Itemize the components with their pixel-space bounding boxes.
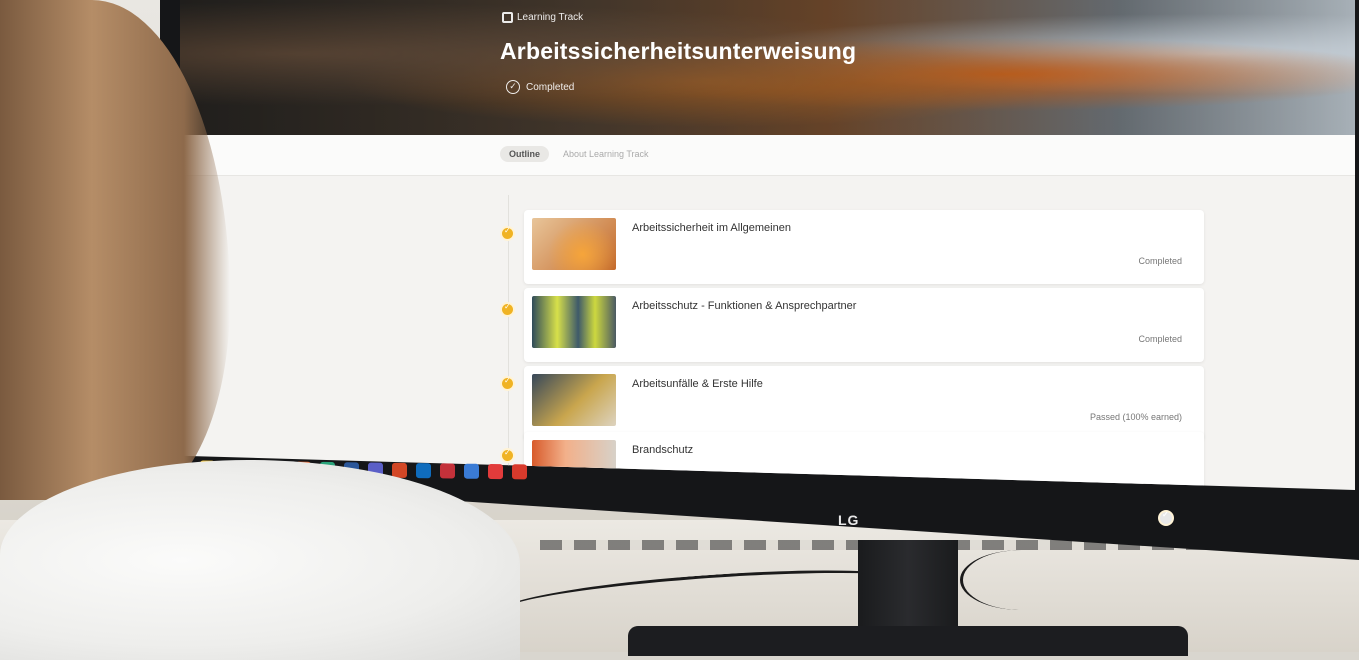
monitor-brand-logo: LG <box>838 510 1172 528</box>
module-title: Arbeitssicherheit im Allgemeinen <box>632 222 791 234</box>
acrobat-icon[interactable] <box>512 463 527 479</box>
pdf-icon[interactable] <box>488 463 503 479</box>
brand-text: LG <box>838 512 860 528</box>
tab-about-learning-track[interactable]: About Learning Track <box>554 146 658 162</box>
module-thumbnail <box>532 374 616 426</box>
module-title: Brandschutz <box>632 444 694 456</box>
completion-status: ✓ Completed <box>506 80 574 94</box>
hero-banner: Learning Track Arbeitssicherheitsunterwe… <box>180 0 1355 135</box>
learning-track-label: Learning Track <box>502 12 583 23</box>
tab-outline[interactable]: Outline <box>500 146 549 162</box>
outlook-icon[interactable] <box>416 462 431 478</box>
module-thumbnail <box>532 296 616 348</box>
module-status: Completed <box>1138 256 1182 266</box>
page-title: Arbeitssicherheitsunterweisung <box>500 38 857 64</box>
excel-icon[interactable] <box>440 462 455 479</box>
cable <box>960 550 1083 610</box>
monitor-stand <box>858 540 958 640</box>
module-card[interactable]: Arbeitsunfälle & Erste Hilfe Passed (100… <box>524 366 1204 440</box>
module-status: Passed (100% earned) <box>1089 412 1182 422</box>
module-thumbnail <box>532 218 616 270</box>
completed-dot-icon <box>502 302 513 315</box>
module-card[interactable]: Arbeitssicherheit im Allgemeinen Complet… <box>524 210 1204 284</box>
completed-dot-icon <box>502 226 513 239</box>
completed-dot-icon <box>502 376 513 389</box>
calendar-icon[interactable] <box>464 463 479 479</box>
module-title: Arbeitsschutz - Funktionen & Ansprechpar… <box>632 300 857 312</box>
module-title: Arbeitsunfälle & Erste Hilfe <box>632 378 763 390</box>
powerpoint-icon[interactable] <box>392 462 407 478</box>
module-card[interactable]: Arbeitsschutz - Funktionen & Ansprechpar… <box>524 288 1204 362</box>
screen: Learning Track Arbeitssicherheitsunterwe… <box>180 0 1355 490</box>
tab-bar: Outline About Learning Track <box>180 135 1355 176</box>
check-circle-icon: ✓ <box>506 80 520 94</box>
learning-track-icon <box>502 12 513 23</box>
module-status: Completed <box>1138 334 1182 344</box>
